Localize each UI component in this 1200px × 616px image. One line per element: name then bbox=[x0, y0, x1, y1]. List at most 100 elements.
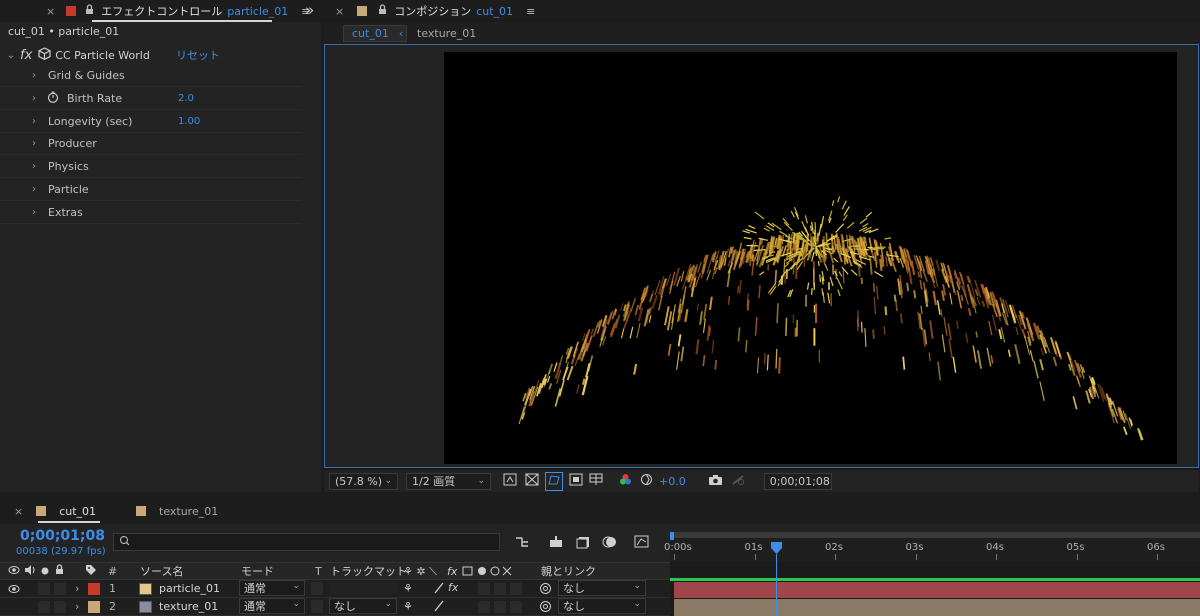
layer-bar-texture01[interactable] bbox=[674, 599, 1200, 616]
chevron-left-icon[interactable]: ‹ bbox=[399, 27, 403, 40]
graph-editor-icon[interactable] bbox=[634, 533, 650, 552]
quality-switch-icon[interactable] bbox=[433, 599, 445, 616]
property-row[interactable]: › Longevity (sec) 1.00 bbox=[0, 111, 302, 133]
subtab-texture01[interactable]: texture_01 bbox=[417, 27, 476, 40]
adjustment-switch[interactable] bbox=[494, 601, 506, 613]
3d-switch[interactable] bbox=[510, 601, 522, 613]
tab-texture01[interactable]: texture_01 bbox=[159, 505, 218, 518]
layer-search-input[interactable] bbox=[113, 533, 500, 551]
shy-switch-icon[interactable]: ⚘ bbox=[403, 600, 413, 613]
exposure-value[interactable]: +0.0 bbox=[659, 475, 686, 488]
chevron-right-icon[interactable]: › bbox=[27, 184, 41, 195]
show-snapshot-icon[interactable] bbox=[731, 474, 746, 489]
lock-icon[interactable] bbox=[378, 4, 387, 18]
transparency-grid-icon[interactable] bbox=[525, 473, 539, 489]
timecode-display[interactable]: 0;00;01;08 bbox=[763, 472, 832, 490]
motion-blur-icon[interactable] bbox=[602, 535, 618, 552]
snapshot-camera-icon[interactable] bbox=[708, 474, 723, 489]
motion-blur-switch[interactable] bbox=[478, 601, 490, 613]
region-of-interest-icon[interactable] bbox=[569, 473, 583, 489]
parent-dropdown[interactable]: なし ⌄ bbox=[558, 598, 646, 614]
lock-icon[interactable] bbox=[55, 564, 64, 578]
reset-link[interactable]: リセット bbox=[176, 47, 220, 63]
chevron-right-icon[interactable]: › bbox=[75, 600, 79, 613]
pick-whip-icon[interactable] bbox=[539, 582, 552, 598]
property-value[interactable]: 2.0 bbox=[178, 93, 194, 104]
eye-icon[interactable] bbox=[8, 584, 20, 597]
composition-flowchart-icon[interactable] bbox=[514, 535, 530, 552]
chevron-right-icon[interactable]: › bbox=[27, 93, 41, 104]
close-tab-icon[interactable]: × bbox=[46, 5, 55, 18]
chevron-right-icon[interactable]: › bbox=[27, 161, 41, 172]
lock-box[interactable] bbox=[54, 601, 66, 613]
tab-composition-title[interactable]: コンポジション bbox=[394, 3, 471, 19]
tab-layer-name[interactable]: particle_01 bbox=[227, 5, 288, 18]
channel-icon[interactable] bbox=[619, 473, 632, 489]
blend-mode-dropdown[interactable]: 通常 ⌄ bbox=[239, 580, 305, 596]
property-row[interactable]: › Grid & Guides bbox=[0, 65, 302, 87]
chevron-right-icon[interactable]: › bbox=[27, 70, 41, 81]
preserve-transparency-box[interactable] bbox=[311, 600, 323, 613]
property-row[interactable]: › Particle bbox=[0, 179, 302, 201]
adjustment-switch[interactable] bbox=[494, 583, 506, 595]
motion-blur-switch[interactable] bbox=[478, 583, 490, 595]
layer-bar-particle01[interactable] bbox=[674, 582, 1200, 598]
track-matte-dropdown[interactable]: なし ⌄ bbox=[329, 598, 397, 614]
property-value[interactable]: 1.00 bbox=[178, 116, 200, 127]
collapse-panels-icon[interactable]: » bbox=[305, 1, 314, 19]
time-ruler[interactable]: 0:00s 01s 02s 03s 04s 05s 06s bbox=[664, 532, 1200, 562]
blend-mode-dropdown[interactable]: 通常 ⌄ bbox=[239, 598, 305, 614]
playhead[interactable] bbox=[771, 542, 783, 554]
property-row[interactable]: › Physics bbox=[0, 156, 302, 179]
fx-icon[interactable]: fx bbox=[20, 48, 32, 63]
composition-viewer[interactable] bbox=[324, 44, 1199, 468]
chevron-right-icon[interactable]: › bbox=[27, 207, 41, 218]
resolution-dropdown[interactable]: 1/2 画質 ⌄ bbox=[406, 472, 491, 490]
zoom-dropdown[interactable]: (57.8 %) ⌄ bbox=[329, 472, 398, 490]
current-time-display[interactable]: 0;00;01;08 bbox=[20, 528, 105, 544]
reset-exposure-icon[interactable] bbox=[640, 473, 653, 489]
lock-icon[interactable] bbox=[85, 4, 94, 18]
panel-menu-icon[interactable]: ≡ bbox=[526, 5, 535, 18]
mask-visibility-icon[interactable] bbox=[545, 471, 563, 491]
stopwatch-icon[interactable] bbox=[47, 91, 59, 106]
fx-switch-icon[interactable]: fx bbox=[448, 581, 458, 594]
solo-box[interactable] bbox=[38, 601, 50, 613]
preserve-transparency-box[interactable] bbox=[311, 582, 323, 595]
shy-switch-icon[interactable]: ⚘ bbox=[403, 582, 413, 595]
tab-comp-name[interactable]: cut_01 bbox=[476, 5, 513, 18]
chevron-right-icon[interactable]: › bbox=[27, 138, 41, 149]
frame-blending-icon[interactable] bbox=[576, 535, 592, 552]
property-row[interactable]: › Birth Rate 2.0 bbox=[0, 88, 302, 110]
tab-effect-controls-title[interactable]: エフェクトコントロール bbox=[101, 3, 222, 19]
eye-icon[interactable] bbox=[8, 565, 20, 578]
solo-icon[interactable] bbox=[41, 565, 49, 578]
tab-cut01[interactable]: cut_01 bbox=[59, 505, 96, 518]
draft-3d-icon[interactable] bbox=[548, 535, 564, 552]
effect-header-row[interactable]: ⌄ fx CC Particle World リセット bbox=[0, 44, 302, 66]
property-row[interactable]: › Producer bbox=[0, 133, 302, 156]
layer-label-color[interactable] bbox=[88, 601, 100, 613]
layer-row[interactable]: › 1 particle_01 通常 ⌄ ⚘ fx なし ⌄ bbox=[0, 580, 670, 598]
audio-icon[interactable] bbox=[24, 564, 36, 578]
parent-dropdown[interactable]: なし ⌄ bbox=[558, 580, 646, 596]
close-tab-icon[interactable]: × bbox=[335, 5, 344, 18]
track-area[interactable] bbox=[670, 562, 1200, 616]
work-area-start-handle[interactable] bbox=[670, 532, 674, 540]
chevron-down-icon[interactable]: ⌄ bbox=[4, 50, 18, 61]
lock-box[interactable] bbox=[54, 583, 66, 595]
chevron-right-icon[interactable]: › bbox=[27, 116, 41, 127]
work-area-bar[interactable] bbox=[670, 532, 1200, 538]
guides-icon[interactable] bbox=[589, 473, 605, 489]
layer-row[interactable]: › 2 texture_01 通常 ⌄ なし ⌄ ⚘ なし ⌄ bbox=[0, 598, 670, 616]
close-tab-icon[interactable]: × bbox=[14, 505, 23, 518]
layer-name[interactable]: texture_01 bbox=[159, 600, 218, 613]
header-source-name[interactable]: ソース名 bbox=[140, 563, 183, 579]
layer-name[interactable]: particle_01 bbox=[159, 582, 220, 595]
subtab-cut01[interactable]: cut_01 ‹ bbox=[343, 25, 407, 42]
quality-switch-icon[interactable] bbox=[433, 581, 445, 598]
composition-canvas[interactable] bbox=[444, 52, 1177, 464]
solo-box[interactable] bbox=[38, 583, 50, 595]
layer-label-color[interactable] bbox=[88, 583, 100, 595]
chevron-right-icon[interactable]: › bbox=[75, 582, 79, 595]
